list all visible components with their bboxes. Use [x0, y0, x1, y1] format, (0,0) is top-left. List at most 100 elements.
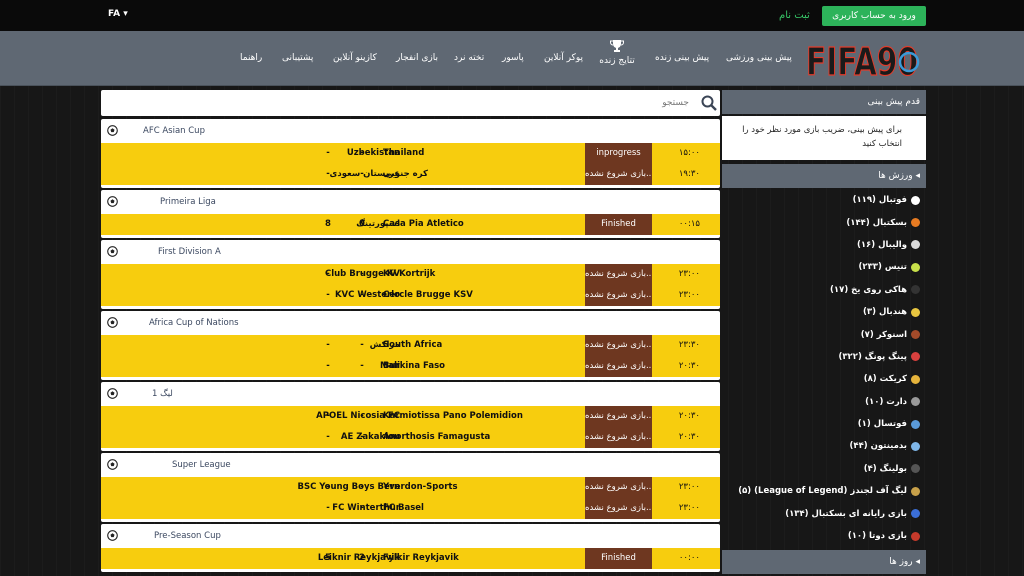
sidebar-sport-item[interactable]: اسنوکر (۷) — [722, 323, 926, 345]
match-status: بازی شروع نشده... — [585, 427, 652, 448]
sidebar-sport-item[interactable]: والیبال (۱۶) — [722, 234, 926, 256]
league-header[interactable]: Africa Cup of Nations — [101, 311, 720, 335]
sidebar-sport-item[interactable]: فوتسال (۱) — [722, 413, 926, 435]
top-bar: FA ▾ ثبت نام ورود به حساب کاربری — [0, 0, 1024, 31]
match-status: inprogress — [585, 143, 652, 164]
league-header[interactable]: Pre-Season Cup — [101, 524, 720, 548]
league-footer — [101, 519, 720, 522]
match-status: بازی شروع نشده... — [585, 264, 652, 285]
match-row[interactable]: Uzbekistan - - Thailand inprogress ۱۵:۰۰ — [101, 143, 720, 164]
match-row[interactable]: APOEL Nicosia FC - - Karmiotissa Pano Polem… — [101, 406, 720, 427]
home-score: 5 — [325, 553, 331, 563]
sport-icon — [911, 509, 920, 519]
home-score: - — [326, 411, 330, 421]
sidebar-sport-item[interactable]: هندبال (۳) — [722, 301, 926, 323]
sport-icon — [911, 330, 920, 340]
chevron-left-icon: ◂ — [912, 557, 920, 567]
league-header[interactable]: Primeira Liga — [101, 190, 720, 214]
nav-live-betting[interactable]: پیش بینی زنده — [655, 53, 709, 63]
fifa90-logo[interactable]: FIFA90 — [806, 37, 922, 81]
days-header[interactable]: ◂ روز ها — [722, 550, 926, 574]
sidebar-sport-item[interactable]: تنیس (۲۳۳) — [722, 256, 926, 278]
sports-header[interactable]: ◂ ورزش ها — [722, 164, 926, 188]
bet-slip-header: قدم پیش بینی — [722, 90, 926, 114]
away-team: KV Kortrijk — [383, 269, 436, 279]
league-header[interactable]: Super League — [101, 453, 720, 477]
sidebar-sport-item[interactable]: دارت (۱۰) — [722, 391, 926, 413]
language-selector[interactable]: FA ▾ — [108, 9, 128, 19]
sidebar-sport-item[interactable]: بسکتبال (۱۴۴) — [722, 211, 926, 233]
sidebar-sport-item[interactable]: بدمینتون (۴۴) — [722, 435, 926, 457]
soccer-ball-icon — [107, 317, 118, 328]
match-time: ۲۰:۳۰ — [678, 432, 700, 442]
sidebar-sport-item[interactable]: بازی رایانه ای بسکتبال (۱۳۴) — [722, 502, 926, 524]
sport-icon — [911, 352, 920, 362]
home-score: - — [326, 340, 330, 350]
sport-label: والیبال (۱۶) — [856, 239, 907, 250]
sidebar-sport-item[interactable]: هاکی روی یخ (۱۷) — [722, 279, 926, 301]
league-header[interactable]: لیگ 1 — [101, 382, 720, 406]
match-row[interactable]: AE Zakakiou - - Anorthosis Famagusta بازی شر… — [101, 427, 720, 448]
sidebar-sport-item[interactable]: بولینگ (۴) — [722, 458, 926, 480]
sport-label: بسکتبال (۱۴۴) — [846, 217, 907, 228]
match-status: بازی شروع نشده... — [585, 498, 652, 519]
match-status: بازی شروع نشده... — [585, 164, 652, 185]
league-header[interactable]: First Division A — [101, 240, 720, 264]
sport-icon — [911, 307, 920, 317]
league-name: لیگ 1 — [152, 389, 173, 399]
league-header[interactable]: AFC Asian Cup — [101, 119, 720, 143]
sport-icon — [911, 262, 920, 272]
match-time: ۲۳:۰۰ — [678, 482, 700, 492]
sidebar-sport-item[interactable]: فوتبال (۱۱۹) — [722, 189, 926, 211]
match-row[interactable]: FC Winterthur--FC Baselبازی شروع نشده...… — [101, 498, 720, 519]
match-row[interactable]: اسپورتینگ 8 0 Casa Pia Atletico Finished ۰۰:۱… — [101, 214, 720, 235]
away-team: Thailand — [383, 148, 425, 158]
nav-live-results[interactable]: تتایج زنده — [596, 39, 638, 66]
register-link[interactable]: ثبت نام — [779, 10, 810, 21]
league-footer — [101, 377, 720, 380]
sidebar-sport-item[interactable]: بازی دوتا (۱۰) — [722, 525, 926, 547]
sport-label: تنیس (۲۳۳) — [858, 262, 907, 273]
sport-label: فوتبال (۱۱۹) — [852, 195, 907, 206]
match-row[interactable]: عربستان سعودی - - کره جنوبی بازی شروع نشده..… — [101, 164, 720, 185]
match-row[interactable]: Club Brugge KV - - KV Kortrijk بازی شروع نشد… — [101, 264, 720, 285]
search-icon[interactable] — [701, 95, 717, 111]
sport-label: بازی رایانه ای بسکتبال (۱۳۴) — [785, 508, 907, 519]
soccer-ball-icon — [107, 125, 118, 136]
search-input[interactable] — [109, 94, 689, 112]
days-header-label: روز ها — [889, 557, 913, 567]
match-status: Finished — [585, 548, 652, 569]
sport-icon — [911, 441, 920, 451]
nav-support[interactable]: پشتیبانی — [282, 53, 313, 63]
nav-guide[interactable]: راهنما — [240, 53, 262, 63]
soccer-ball-icon — [107, 246, 118, 257]
sport-label: لیگ آف لجندز (League of Legend) (۵) — [738, 486, 907, 497]
match-row[interactable]: Leiknir Reykjavik 5 2 Fylkir Reykjavik Finis… — [101, 548, 720, 569]
away-score: - — [360, 290, 364, 300]
sidebar-sport-item[interactable]: پینگ پونگ (۳۲۲) — [722, 346, 926, 368]
nav-pasur[interactable]: پاسور — [502, 53, 524, 63]
away-team: Yverdon-Sports — [383, 482, 458, 492]
away-score: - — [360, 169, 364, 179]
sidebar-sport-item[interactable]: لیگ آف لجندز (League of Legend) (۵) — [722, 480, 926, 502]
nav-online-poker[interactable]: پوکر آنلاین — [544, 53, 583, 63]
sport-icon — [911, 464, 920, 474]
match-row[interactable]: مراکش--South Africaبازی شروع نشده...۲۳:۳… — [101, 335, 720, 356]
match-row[interactable]: KVC Westerlo - - Cercle Brugge KSV بازی شروع… — [101, 285, 720, 306]
nav-sports-betting[interactable]: پیش بینی ورزشی — [726, 53, 792, 63]
match-time: ۰۰:۰۰ — [678, 553, 700, 563]
nav-backgammon[interactable]: تخته نرد — [454, 53, 484, 63]
login-button[interactable]: ورود به حساب کاربری — [822, 6, 926, 26]
nav-online-casino[interactable]: کازینو آنلاین — [333, 53, 377, 63]
away-team: Fylkir Reykjavik — [383, 553, 459, 563]
match-time: ۲۳:۰۰ — [678, 290, 700, 300]
home-score: - — [326, 432, 330, 442]
match-row[interactable]: BSC Young Boys Bern - - Yverdon-Sports بازی … — [101, 477, 720, 498]
nav-crash-game[interactable]: بازی انفجار — [396, 53, 438, 63]
league-name: Africa Cup of Nations — [149, 318, 239, 328]
match-time: ۲۰:۳۰ — [678, 361, 700, 371]
away-score: - — [360, 148, 364, 158]
sport-icon — [911, 374, 920, 384]
sidebar-sport-item[interactable]: کریکت (۸) — [722, 368, 926, 390]
match-row[interactable]: Mali--Burkina Fasoبازی شروع نشده...۲۰:۳۰ — [101, 356, 720, 377]
